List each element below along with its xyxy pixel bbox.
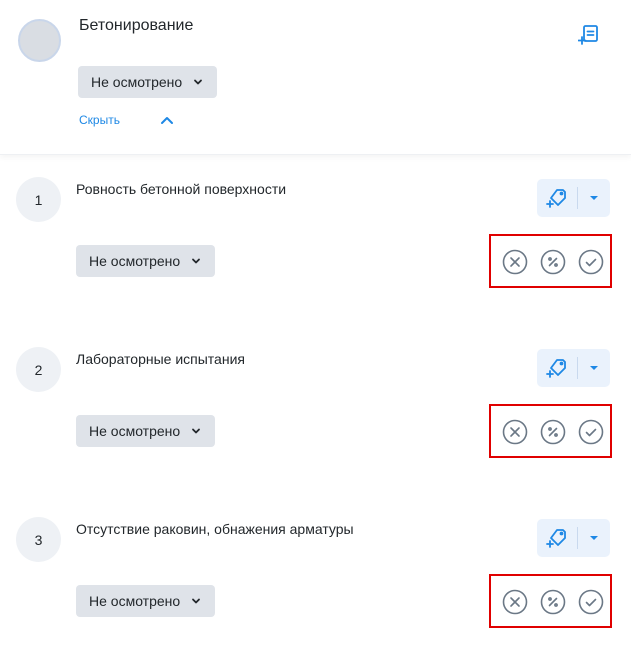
chevron-down-icon — [192, 598, 201, 604]
chevron-down-icon — [192, 258, 201, 264]
item-status-dropdown[interactable]: Не осмотрено — [76, 245, 216, 277]
partial-percent-button[interactable] — [540, 419, 566, 445]
add-remark-button[interactable] — [537, 349, 577, 387]
accept-button[interactable] — [578, 589, 604, 615]
item-number: 2 — [16, 347, 61, 392]
status-label: Не осмотрено — [89, 423, 181, 439]
item-tool-group — [537, 349, 610, 387]
checklist-item: 3 Отсутствие раковин, обнажения арматуры… — [0, 495, 631, 662]
item-title: Ровность бетонной поверхности — [76, 181, 287, 197]
item-title: Лабораторные испытания — [76, 351, 245, 367]
item-title: Отсутствие раковин, обнажения арматуры — [76, 521, 354, 537]
section-header: Бетонирование Не осмотрено Скрыть — [0, 0, 631, 155]
tool-menu-toggle[interactable] — [578, 349, 610, 387]
section-status-dropdown[interactable]: Не осмотрено — [78, 66, 218, 98]
item-tool-group — [537, 519, 610, 557]
verdict-button-group — [489, 574, 612, 628]
item-tool-group — [537, 179, 610, 217]
status-label: Не осмотрено — [89, 593, 181, 609]
caret-down-icon — [590, 196, 598, 200]
add-tag-icon — [546, 529, 566, 548]
reject-button[interactable] — [502, 249, 528, 275]
chevron-up-icon[interactable] — [158, 113, 176, 127]
verdict-button-group — [489, 234, 612, 288]
checklist-item: 2 Лабораторные испытания Не осмотрено — [0, 325, 631, 495]
add-document-button[interactable] — [574, 20, 604, 50]
add-tag-icon — [546, 189, 566, 208]
tool-menu-toggle[interactable] — [578, 179, 610, 217]
caret-down-icon — [590, 366, 598, 370]
chevron-down-icon — [194, 79, 203, 85]
hide-link[interactable]: Скрыть — [79, 113, 120, 127]
accept-button[interactable] — [578, 249, 604, 275]
add-remark-button[interactable] — [537, 519, 577, 557]
reject-button[interactable] — [502, 419, 528, 445]
checklist-card: Бетонирование Не осмотрено Скрыть 1 Ровн… — [0, 0, 631, 662]
add-remark-button[interactable] — [537, 179, 577, 217]
item-number: 3 — [16, 517, 61, 562]
add-document-icon — [578, 25, 598, 45]
item-status-dropdown[interactable]: Не осмотрено — [76, 585, 216, 617]
partial-percent-button[interactable] — [540, 589, 566, 615]
avatar — [18, 19, 61, 62]
item-status-dropdown[interactable]: Не осмотрено — [76, 415, 216, 447]
tool-menu-toggle[interactable] — [578, 519, 610, 557]
chevron-down-icon — [192, 428, 201, 434]
status-label: Не осмотрено — [91, 74, 183, 90]
partial-percent-button[interactable] — [540, 249, 566, 275]
item-number: 1 — [16, 177, 61, 222]
section-title: Бетонирование — [79, 17, 194, 34]
accept-button[interactable] — [578, 419, 604, 445]
add-tag-icon — [546, 359, 566, 378]
status-label: Не осмотрено — [89, 253, 181, 269]
caret-down-icon — [590, 536, 598, 540]
verdict-button-group — [489, 404, 612, 458]
reject-button[interactable] — [502, 589, 528, 615]
checklist-item: 1 Ровность бетонной поверхности Не осмот… — [0, 155, 631, 325]
